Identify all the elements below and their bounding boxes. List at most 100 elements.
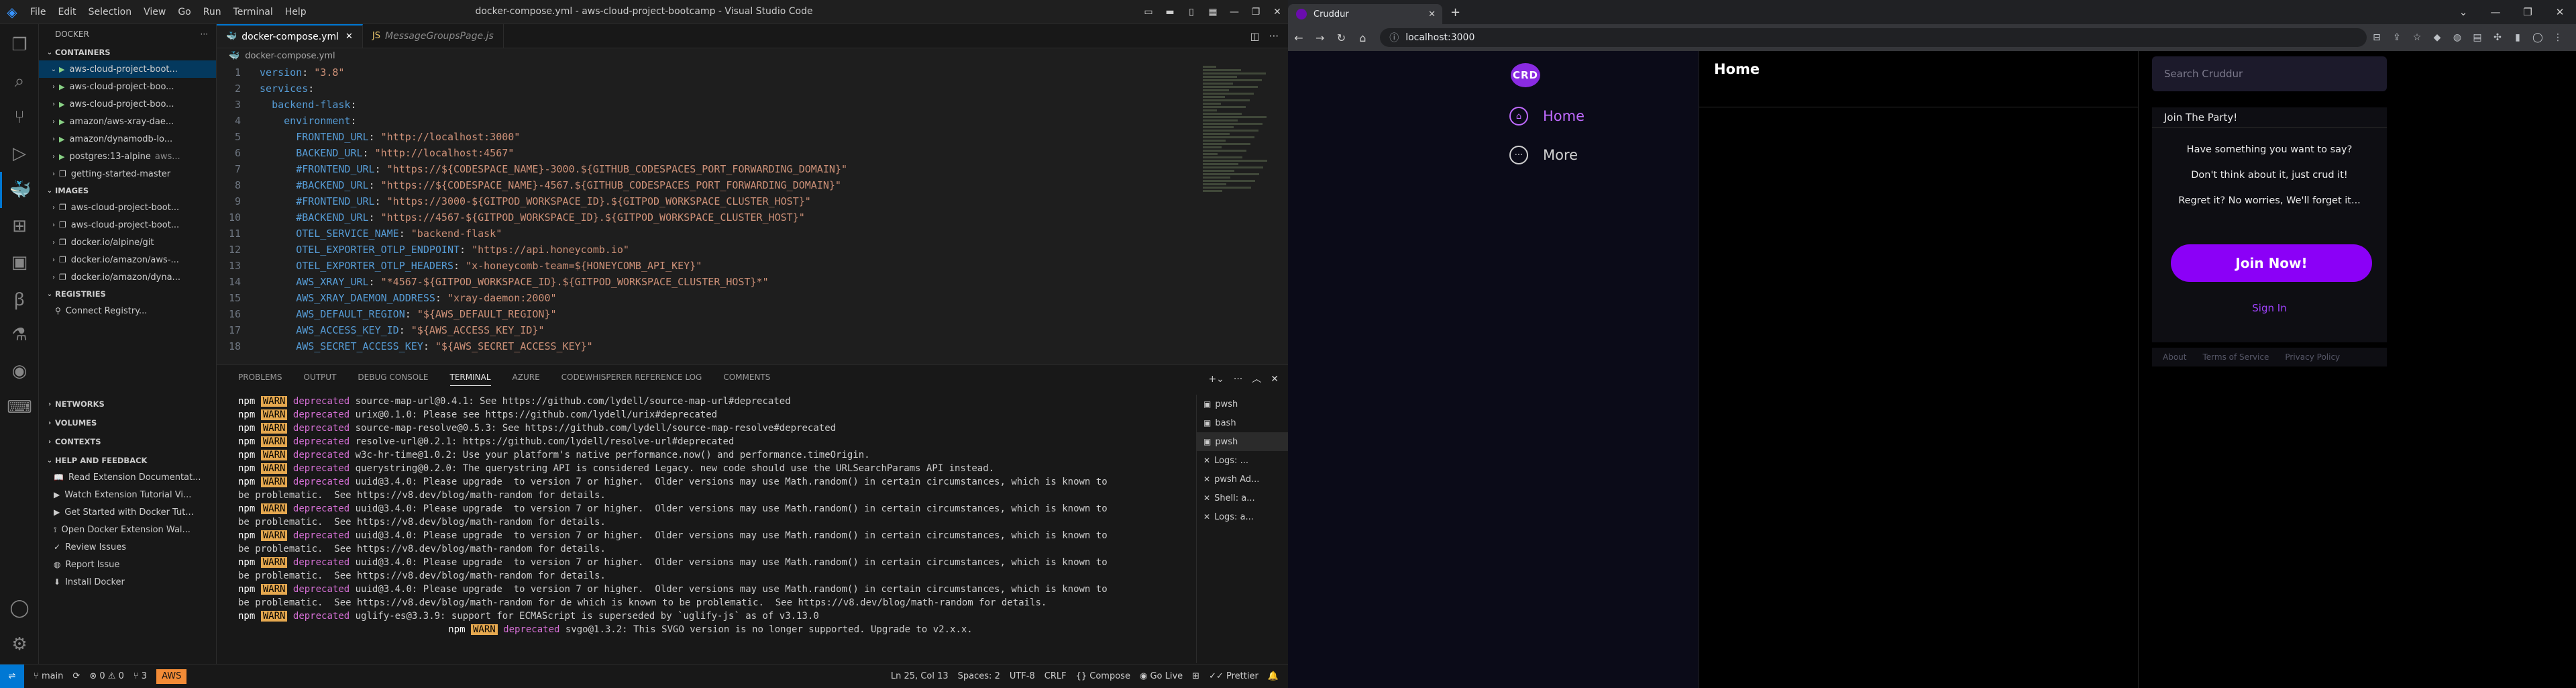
help-item[interactable]: ✓ Review Issues [39, 538, 216, 556]
profile-avatar[interactable]: ◯ [2528, 32, 2548, 43]
panel-tab-azure[interactable]: AZURE [513, 373, 540, 382]
extension-icon[interactable]: ◍ [2447, 32, 2467, 43]
footer-about-link[interactable]: About [2163, 352, 2186, 362]
close-panel-icon[interactable]: ✕ [1271, 374, 1279, 385]
more-actions-icon[interactable]: ··· [1269, 30, 1279, 42]
remote-explorer-icon[interactable]: ⊞ [0, 208, 39, 244]
layout-side-icon[interactable]: ▯ [1181, 7, 1202, 17]
extension-icon[interactable]: ▤ [2467, 32, 2487, 43]
nav-home[interactable]: ⌂ Home [1509, 102, 1684, 130]
container-item[interactable]: › ▶ aws-cloud-project-boo... [39, 95, 216, 113]
address-bar[interactable]: ⓘ localhost:3000 [1380, 28, 2367, 47]
menu-item-go[interactable]: Go [178, 7, 191, 17]
indentation[interactable]: Spaces: 2 [958, 671, 1000, 681]
panel-tab-codewhisperer-reference-log[interactable]: CODEWHISPERER REFERENCE LOG [561, 373, 702, 382]
tab-search-icon[interactable]: ⌄ [2447, 6, 2479, 18]
accounts-icon[interactable]: ◯ [0, 590, 39, 626]
terminal-instance[interactable]: ✕ Logs: a... [1197, 507, 1288, 526]
search-icon[interactable]: ⌕ [0, 63, 39, 99]
container-item[interactable]: › ▶ aws-cloud-project-boo... [39, 78, 216, 95]
menu-item-terminal[interactable]: Terminal [233, 7, 273, 17]
minimap[interactable] [1203, 64, 1277, 199]
browser-tab-cruddur[interactable]: Cruddur ✕ [1288, 4, 1442, 24]
image-item[interactable]: › ❐ docker.io/amazon/aws-... [39, 251, 216, 268]
ports-status[interactable]: ⑂ 3 [133, 671, 147, 681]
volumes-section[interactable]: › VOLUMES [39, 415, 216, 431]
panel-tab-comments[interactable]: COMMENTS [723, 373, 770, 382]
prettier-status[interactable]: ✓✓ Prettier [1209, 671, 1258, 681]
help-item[interactable]: 📖 Read Extension Documentat... [39, 469, 216, 486]
code-editor[interactable]: 1 version: "3.8" 2 services: 3 backend-flask… [217, 64, 1196, 360]
live-share-icon[interactable]: ◉ [0, 353, 39, 389]
images-section[interactable]: ⌄ IMAGES [39, 183, 216, 199]
cruddur-logo[interactable]: CRD [1511, 63, 1540, 87]
aws-icon[interactable]: ꞵ [0, 281, 39, 317]
extension-icon[interactable]: ◆ [2427, 32, 2447, 43]
docker-icon[interactable]: 🐳 [0, 172, 39, 208]
minimize-icon[interactable]: — [2479, 6, 2512, 18]
tab-message-groups[interactable]: JS MessageGroupsPage.js [363, 24, 504, 48]
nav-more[interactable]: ··· More [1509, 141, 1684, 169]
terminal-instance[interactable]: ▣ pwsh [1197, 395, 1288, 413]
maximize-icon[interactable]: ❐ [2512, 6, 2544, 18]
site-info-icon[interactable]: ⓘ [1389, 31, 1399, 44]
panel-tab-debug-console[interactable]: DEBUG CONSOLE [358, 373, 428, 382]
contexts-section[interactable]: › CONTEXTS [39, 434, 216, 450]
cursor-position[interactable]: Ln 25, Col 13 [891, 671, 949, 681]
new-terminal-icon[interactable]: +⌄ [1208, 374, 1224, 385]
compose-status[interactable]: {} Compose [1076, 671, 1130, 681]
customize-layout-icon[interactable]: ▦ [1202, 7, 1224, 17]
menu-item-help[interactable]: Help [285, 7, 307, 17]
reload-icon[interactable]: ↻ [1331, 32, 1352, 44]
layout-panel-icon[interactable]: ▬ [1159, 7, 1181, 17]
sync-icon[interactable]: ⟳ [72, 671, 80, 681]
bookmark-star-icon[interactable]: ☆ [2407, 32, 2427, 43]
help-item[interactable]: ▶ Get Started with Docker Tut... [39, 503, 216, 521]
terminal-output[interactable]: npm WARN deprecated source-map-url@0.4.1… [217, 395, 1183, 663]
help-item[interactable]: ◍ Report Issue [39, 556, 216, 573]
explorer-icon[interactable]: ❐ [0, 27, 39, 63]
search-input[interactable]: Search Cruddur [2152, 56, 2387, 91]
terminal-instance[interactable]: ✕ pwsh Ad... [1197, 470, 1288, 489]
encoding[interactable]: UTF-8 [1010, 671, 1035, 681]
image-item[interactable]: › ❐ aws-cloud-project-boot... [39, 199, 216, 216]
menu-item-file[interactable]: File [30, 7, 46, 17]
terminal-instance[interactable]: ▣ bash [1197, 413, 1288, 432]
close-tab-icon[interactable]: ✕ [345, 32, 353, 42]
footer-privacy-link[interactable]: Privacy Policy [2285, 352, 2340, 362]
testing-icon[interactable]: ⚗ [0, 317, 39, 353]
networks-section[interactable]: › NETWORKS [39, 396, 216, 412]
help-item[interactable]: ▶ Watch Extension Tutorial Vi... [39, 486, 216, 503]
registries-section[interactable]: ⌄ REGISTRIES [39, 286, 216, 302]
home-icon[interactable]: ⌂ [1352, 32, 1373, 44]
go-live-status[interactable]: ◉ Go Live [1140, 671, 1183, 681]
install-app-icon[interactable]: ⊟ [2367, 32, 2387, 43]
close-icon[interactable]: ✕ [1267, 7, 1288, 17]
tab-docker-compose[interactable]: 🐳 docker-compose.yml ✕ [217, 24, 363, 48]
panel-tab-terminal[interactable]: TERMINAL [449, 373, 491, 386]
panel-tab-output[interactable]: OUTPUT [304, 373, 337, 382]
settings-gear-icon[interactable]: ⚙ [0, 626, 39, 662]
join-now-button[interactable]: Join Now! [2171, 244, 2372, 282]
new-tab-icon[interactable]: + [1450, 5, 1460, 19]
breadcrumb[interactable]: 🐳 docker-compose.yml [217, 48, 1288, 63]
branch-status[interactable]: ⑂ main [34, 671, 63, 681]
container-item[interactable]: › ▶ amazon/aws-xray-dae... [39, 113, 216, 130]
container-item[interactable]: › ▶ postgres:13-alpine aws... [39, 148, 216, 165]
remote-indicator-icon[interactable]: ⇌ [0, 664, 24, 688]
maximize-icon[interactable]: ❐ [1245, 7, 1267, 17]
more-actions-icon[interactable]: ··· [1234, 374, 1242, 385]
containers-section[interactable]: ⌄ CONTAINERS [39, 44, 216, 60]
more-actions-icon[interactable]: ··· [201, 30, 208, 39]
close-tab-icon[interactable]: ✕ [1428, 9, 1436, 19]
image-item[interactable]: › ❐ aws-cloud-project-boot... [39, 216, 216, 234]
terminal-instance[interactable]: ✕ Shell: a... [1197, 489, 1288, 507]
image-item[interactable]: › ❐ docker.io/amazon/dyna... [39, 268, 216, 286]
terminal-instance[interactable]: ✕ Logs: ... [1197, 451, 1288, 470]
menu-item-selection[interactable]: Selection [89, 7, 132, 17]
close-icon[interactable]: ✕ [2544, 6, 2576, 18]
menu-item-edit[interactable]: Edit [58, 7, 76, 17]
terminal-view-icon[interactable]: ⌨ [0, 389, 39, 426]
back-icon[interactable]: ← [1288, 32, 1309, 44]
image-item[interactable]: › ❐ docker.io/alpine/git [39, 234, 216, 251]
